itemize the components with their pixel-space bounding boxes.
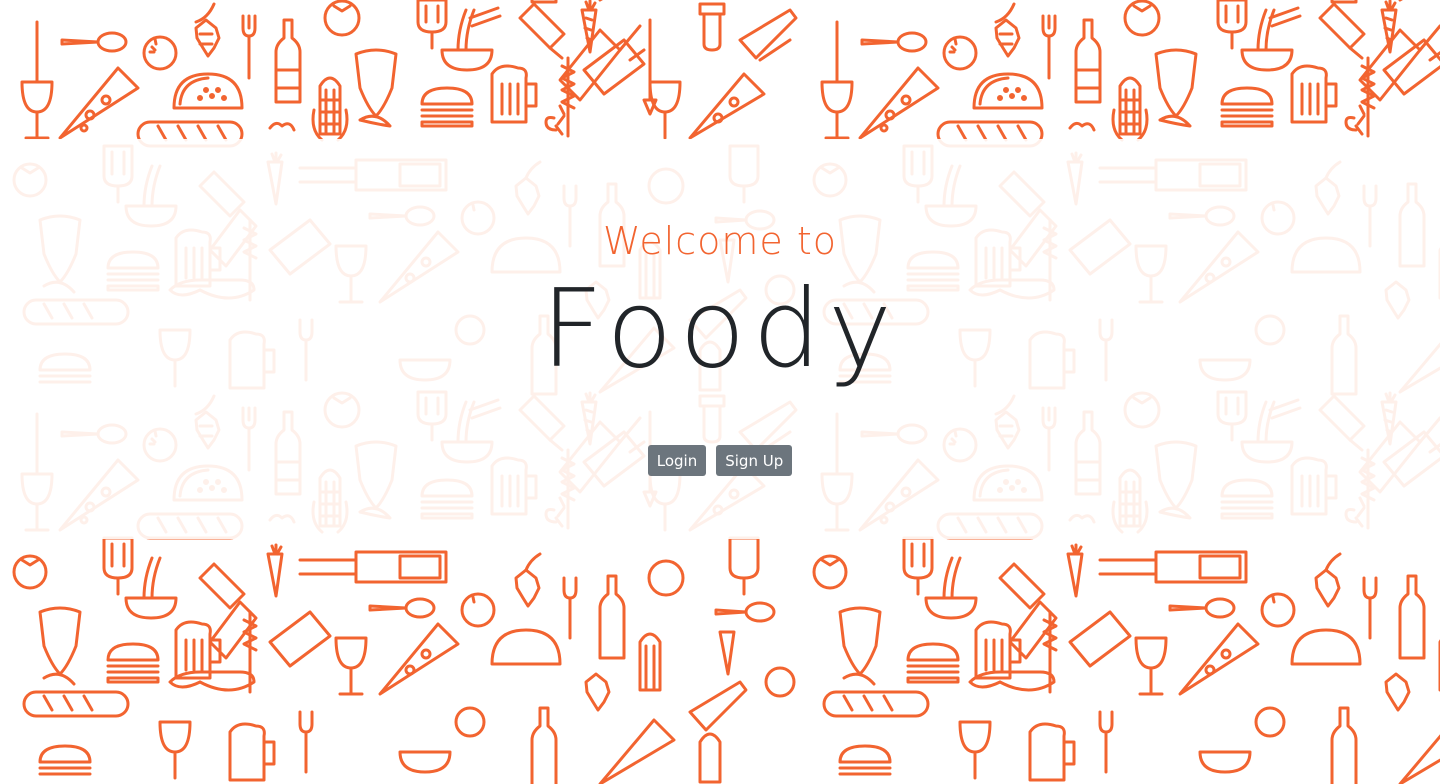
signup-button[interactable]: Sign Up bbox=[716, 445, 793, 476]
auth-actions: Login Sign Up bbox=[0, 445, 1440, 476]
welcome-heading: Welcome to bbox=[602, 219, 838, 263]
landing-page: Welcome to Foody Login Sign Up bbox=[0, 0, 1440, 784]
hero-section: Welcome to Foody Login Sign Up bbox=[0, 139, 1440, 539]
brand-title: Foody bbox=[541, 267, 899, 392]
login-button[interactable]: Login bbox=[647, 445, 707, 476]
